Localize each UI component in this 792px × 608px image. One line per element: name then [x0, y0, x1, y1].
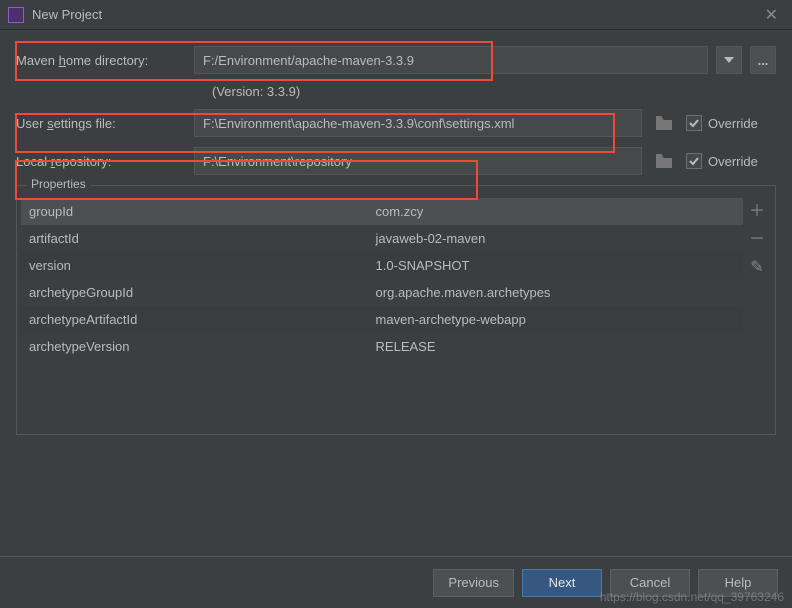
window-title: New Project [32, 7, 759, 22]
property-value: maven-archetype-webapp [368, 306, 743, 333]
maven-home-dropdown-button[interactable] [716, 46, 742, 74]
chevron-down-icon [724, 57, 734, 63]
maven-version-label: (Version: 3.3.9) [212, 84, 776, 99]
previous-button[interactable]: Previous [433, 569, 514, 597]
user-settings-browse-button[interactable] [650, 109, 678, 137]
folder-icon [656, 116, 672, 130]
property-value: com.zcy [368, 198, 743, 225]
close-icon[interactable]: ✕ [759, 5, 784, 25]
remove-property-icon[interactable]: － [749, 232, 765, 248]
folder-icon [656, 154, 672, 168]
local-repo-label: Local repository: [16, 154, 186, 169]
watermark-text: https://blog.csdn.net/qq_39763246 [600, 590, 784, 604]
maven-home-browse-button[interactable]: ... [750, 46, 776, 74]
property-key: archetypeGroupId [21, 279, 368, 306]
add-property-icon[interactable]: ＋ [749, 204, 765, 220]
properties-actions: ＋ － ✎ [743, 198, 771, 360]
property-value: 1.0-SNAPSHOT [368, 252, 743, 279]
user-settings-override-checkbox[interactable] [686, 115, 702, 131]
properties-table[interactable]: groupIdcom.zcyartifactIdjavaweb-02-maven… [21, 198, 743, 360]
maven-home-row: Maven home directory: F:/Environment/apa… [16, 46, 776, 74]
property-key: artifactId [21, 225, 368, 252]
table-row[interactable]: archetypeArtifactIdmaven-archetype-webap… [21, 306, 743, 333]
table-row[interactable]: artifactIdjavaweb-02-maven [21, 225, 743, 252]
user-settings-label: User settings file: [16, 116, 186, 131]
check-icon [688, 155, 700, 167]
next-button[interactable]: Next [522, 569, 602, 597]
edit-property-icon[interactable]: ✎ [750, 260, 763, 276]
user-settings-input[interactable]: F:\Environment\apache-maven-3.3.9\conf\s… [194, 109, 642, 137]
intellij-logo-icon [8, 7, 24, 23]
property-value: RELEASE [368, 333, 743, 360]
maven-home-input[interactable]: F:/Environment/apache-maven-3.3.9 [194, 46, 708, 74]
content-area: Maven home directory: F:/Environment/apa… [0, 30, 792, 435]
table-row[interactable]: version1.0-SNAPSHOT [21, 252, 743, 279]
local-repo-row: Local repository: F:\Environment\reposit… [16, 147, 776, 175]
properties-legend: Properties [27, 177, 90, 191]
property-value: org.apache.maven.archetypes [368, 279, 743, 306]
property-key: version [21, 252, 368, 279]
properties-blank-area [21, 360, 771, 430]
table-row[interactable]: archetypeGroupIdorg.apache.maven.archety… [21, 279, 743, 306]
local-repo-override[interactable]: Override [686, 153, 776, 169]
check-icon [688, 117, 700, 129]
property-key: archetypeArtifactId [21, 306, 368, 333]
property-value: javaweb-02-maven [368, 225, 743, 252]
user-settings-override[interactable]: Override [686, 115, 776, 131]
maven-home-label: Maven home directory: [16, 53, 186, 68]
local-repo-browse-button[interactable] [650, 147, 678, 175]
properties-fieldset: Properties groupIdcom.zcyartifactIdjavaw… [16, 185, 776, 435]
local-repo-override-checkbox[interactable] [686, 153, 702, 169]
titlebar: New Project ✕ [0, 0, 792, 30]
user-settings-row: User settings file: F:\Environment\apach… [16, 109, 776, 137]
property-key: groupId [21, 198, 368, 225]
local-repo-input[interactable]: F:\Environment\repository [194, 147, 642, 175]
table-row[interactable]: archetypeVersionRELEASE [21, 333, 743, 360]
override-label: Override [708, 154, 758, 169]
override-label: Override [708, 116, 758, 131]
property-key: archetypeVersion [21, 333, 368, 360]
table-row[interactable]: groupIdcom.zcy [21, 198, 743, 225]
